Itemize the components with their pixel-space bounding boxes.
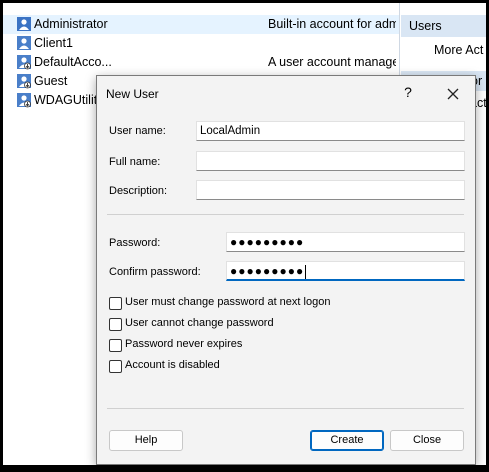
user-name: DefaultAcco... xyxy=(34,55,112,69)
text-caret xyxy=(305,264,307,279)
list-item[interactable]: Client1 xyxy=(3,34,399,53)
checkbox-label: Account is disabled xyxy=(125,359,220,371)
close-icon[interactable] xyxy=(443,84,463,104)
list-top-edge xyxy=(3,3,399,5)
separator xyxy=(107,408,464,409)
help-icon[interactable]: ? xyxy=(399,84,417,102)
actions-header-label: Users xyxy=(409,19,442,33)
separator xyxy=(107,214,464,215)
full-name-label: Full name: xyxy=(109,156,161,168)
checkbox-label: Password never expires xyxy=(125,338,243,350)
user-name: Guest xyxy=(34,74,68,88)
actions-header[interactable]: Users xyxy=(401,15,486,37)
checkbox-box[interactable] xyxy=(109,339,122,352)
checkbox-label: User must change password at next logon xyxy=(125,296,331,308)
checkbox-box[interactable] xyxy=(109,297,122,310)
description-label: Description: xyxy=(109,185,168,197)
confirm-password-mask: ●●●●●●●●● xyxy=(230,264,305,278)
list-item[interactable]: Administrator Built-in account for adm xyxy=(3,15,399,34)
password-field[interactable]: ●●●●●●●●● xyxy=(226,232,465,252)
user-name-field[interactable] xyxy=(196,121,465,141)
dialog-title: New User xyxy=(106,87,159,101)
admin-user-icon xyxy=(17,17,31,31)
checkbox-box[interactable] xyxy=(109,360,122,373)
help-button[interactable]: Help xyxy=(109,430,183,451)
checkbox-label: User cannot change password xyxy=(125,317,274,329)
checkbox-box[interactable] xyxy=(109,318,122,331)
create-button[interactable]: Create xyxy=(310,430,384,451)
user-description: A user account manage xyxy=(268,55,396,69)
disabled-user-icon xyxy=(17,93,31,108)
full-name-field[interactable] xyxy=(196,151,465,171)
confirm-password-field[interactable]: ●●●●●●●●● xyxy=(226,261,465,281)
close-button[interactable]: Close xyxy=(390,430,464,451)
list-item[interactable]: DefaultAcco... A user account manage xyxy=(3,53,399,72)
screen-edge xyxy=(0,465,489,472)
mmc-window: Administrator Built-in account for adm C… xyxy=(3,3,486,465)
password-mask: ●●●●●●●●● xyxy=(230,235,305,249)
description-field[interactable] xyxy=(196,180,465,200)
user-description: Built-in account for adm xyxy=(268,17,396,31)
user-name: Client1 xyxy=(34,36,73,50)
disabled-user-icon xyxy=(17,55,31,70)
disabled-user-icon xyxy=(17,74,31,89)
user-name-label: User name: xyxy=(109,125,166,137)
new-user-dialog: New User ? User name: Full name: Descrip… xyxy=(96,75,476,465)
confirm-password-label: Confirm password: xyxy=(109,266,201,278)
more-actions-link[interactable]: More Act xyxy=(434,43,483,57)
user-name: Administrator xyxy=(34,17,108,31)
user-name: WDAGUtilit xyxy=(34,93,98,107)
dialog-titlebar[interactable]: New User ? xyxy=(97,76,475,109)
user-icon xyxy=(17,36,31,50)
password-label: Password: xyxy=(109,237,161,249)
